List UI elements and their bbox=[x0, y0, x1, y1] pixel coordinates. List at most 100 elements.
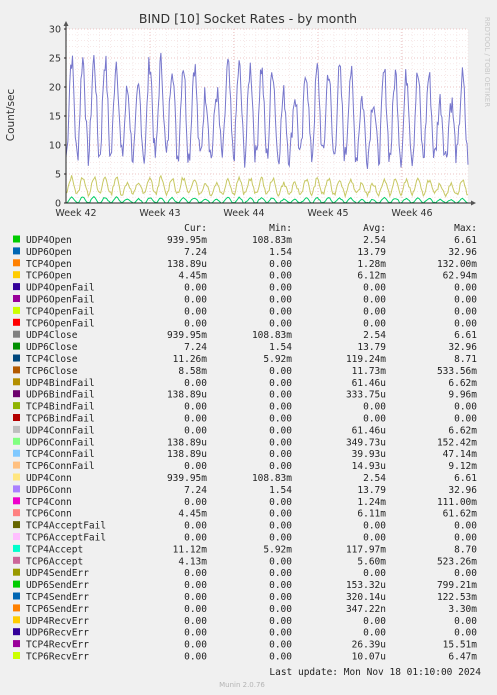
legend-name: TCP6OpenFail bbox=[26, 318, 95, 329]
legend-value: 0.00 bbox=[269, 568, 292, 579]
legend-name: UDP4Close bbox=[26, 330, 78, 341]
legend-name: TCP6Close bbox=[26, 366, 78, 377]
legend-swatch bbox=[13, 521, 20, 529]
legend-value: 119.24m bbox=[346, 354, 386, 365]
legend-value: 0.00 bbox=[184, 592, 207, 603]
legend-swatch bbox=[13, 640, 20, 648]
legend-value: 61.46u bbox=[352, 378, 386, 389]
legend-value: 11.12m bbox=[173, 544, 208, 555]
legend-value: 13.79 bbox=[357, 247, 386, 258]
legend-value: 0.00 bbox=[184, 568, 207, 579]
legend-swatch bbox=[13, 556, 20, 564]
legend-swatch bbox=[13, 318, 20, 326]
legend-value: 2.54 bbox=[363, 473, 386, 484]
y-tick-label: 20 bbox=[49, 83, 61, 94]
legend-value: 0.00 bbox=[363, 306, 386, 317]
y-tick-label: 10 bbox=[49, 141, 61, 152]
legend-swatch bbox=[13, 652, 20, 659]
legend-name: TCP6SendErr bbox=[26, 604, 89, 615]
legend-value: 6.62m bbox=[448, 378, 477, 389]
legend-value: 0.00 bbox=[269, 533, 292, 544]
legend-name: TCP4Conn bbox=[26, 497, 72, 508]
legend-value: 138.89u bbox=[167, 437, 207, 448]
legend-value: 0.00 bbox=[454, 521, 477, 532]
legend-value: 15.51m bbox=[443, 640, 478, 651]
legend-value: 0.00 bbox=[184, 295, 207, 306]
x-tick-label: Week 45 bbox=[307, 208, 348, 219]
legend-value: 7.24 bbox=[184, 485, 207, 496]
legend-name: UDP6ConnFail bbox=[26, 437, 95, 448]
legend-swatch bbox=[13, 437, 20, 445]
x-tick-label: Week 44 bbox=[223, 208, 264, 219]
x-axis-arrow bbox=[471, 200, 476, 206]
legend-value: 347.22n bbox=[346, 604, 386, 615]
legend-value: 0.00 bbox=[454, 616, 477, 627]
legend-value: 0.00 bbox=[184, 306, 207, 317]
legend-value: 0.00 bbox=[454, 283, 477, 294]
last-update: Last update: Mon Nov 18 01:10:00 2024 bbox=[269, 667, 481, 678]
legend-name: TCP4AcceptFail bbox=[26, 521, 106, 532]
legend-value: 6.12m bbox=[357, 271, 386, 282]
legend-value: 0.00 bbox=[363, 616, 386, 627]
legend-value: 1.54 bbox=[269, 342, 292, 353]
legend-value: 0.00 bbox=[363, 533, 386, 544]
legend-value: 0.00 bbox=[269, 509, 292, 520]
legend-value: 0.00 bbox=[454, 568, 477, 579]
legend-name: UDP4Open bbox=[26, 235, 72, 246]
legend-value: 0.00 bbox=[269, 556, 292, 567]
x-tick-label: Week 46 bbox=[391, 208, 432, 219]
legend-value: 2.54 bbox=[363, 235, 386, 246]
legend-value: 0.00 bbox=[269, 378, 292, 389]
legend-value: 153.32u bbox=[346, 580, 386, 591]
legend-value: 0.00 bbox=[363, 414, 386, 425]
legend-name: UDP4OpenFail bbox=[26, 283, 95, 294]
legend-value: 13.79 bbox=[357, 485, 386, 496]
legend-swatch bbox=[13, 378, 20, 386]
legend-value: 0.00 bbox=[269, 295, 292, 306]
legend-name: TCP6AcceptFail bbox=[26, 533, 106, 544]
legend-value: 349.73u bbox=[346, 437, 386, 448]
legend-name: TCP6ConnFail bbox=[26, 461, 95, 472]
y-axis-arrow bbox=[63, 21, 69, 26]
legend-value: 108.83m bbox=[252, 473, 292, 484]
legend-value: 0.00 bbox=[184, 604, 207, 615]
legend-name: TCP4Open bbox=[26, 259, 72, 270]
y-tick-label: 30 bbox=[49, 25, 61, 36]
legend-value: 8.58m bbox=[178, 366, 207, 377]
legend-swatch bbox=[13, 449, 20, 457]
legend-value: 0.00 bbox=[184, 283, 207, 294]
legend-name: TCP6Conn bbox=[26, 509, 72, 520]
legend-value: 7.24 bbox=[184, 342, 207, 353]
legend-value: 13.79 bbox=[357, 342, 386, 353]
legend-value: 0.00 bbox=[363, 318, 386, 329]
legend-swatch bbox=[13, 414, 20, 421]
legend-name: TCP4Close bbox=[26, 354, 78, 365]
legend-value: 138.89u bbox=[167, 390, 207, 401]
legend-name: UDP4RecvErr bbox=[26, 616, 89, 627]
legend-value: 32.96 bbox=[448, 342, 477, 353]
legend-name: UDP6Open bbox=[26, 247, 72, 258]
legend-value: 939.95m bbox=[167, 235, 207, 246]
legend-value: 0.00 bbox=[184, 378, 207, 389]
legend-value: 0.00 bbox=[269, 402, 292, 413]
legend-value: 0.00 bbox=[269, 521, 292, 532]
legend-swatch bbox=[13, 509, 20, 517]
legend-value: 0.00 bbox=[184, 318, 207, 329]
legend-swatch bbox=[13, 544, 20, 552]
legend-value: 320.14u bbox=[346, 592, 386, 603]
legend-name: UDP6OpenFail bbox=[26, 295, 95, 306]
legend-value: 39.93u bbox=[352, 449, 386, 460]
legend-swatch bbox=[13, 235, 20, 243]
legend-swatch bbox=[13, 616, 20, 624]
legend-value: 0.00 bbox=[454, 533, 477, 544]
y-tick-label: 25 bbox=[49, 54, 61, 65]
legend-swatch bbox=[13, 390, 20, 398]
legend-value: 0.00 bbox=[363, 295, 386, 306]
legend-swatch bbox=[13, 354, 20, 362]
legend-value: 0.00 bbox=[184, 425, 207, 436]
legend-name: UDP6Close bbox=[26, 342, 78, 353]
legend-value: 2.54 bbox=[363, 330, 386, 341]
legend-value: 1.54 bbox=[269, 247, 292, 258]
legend-swatch bbox=[13, 485, 20, 493]
legend-name: UDP6SendErr bbox=[26, 580, 89, 591]
